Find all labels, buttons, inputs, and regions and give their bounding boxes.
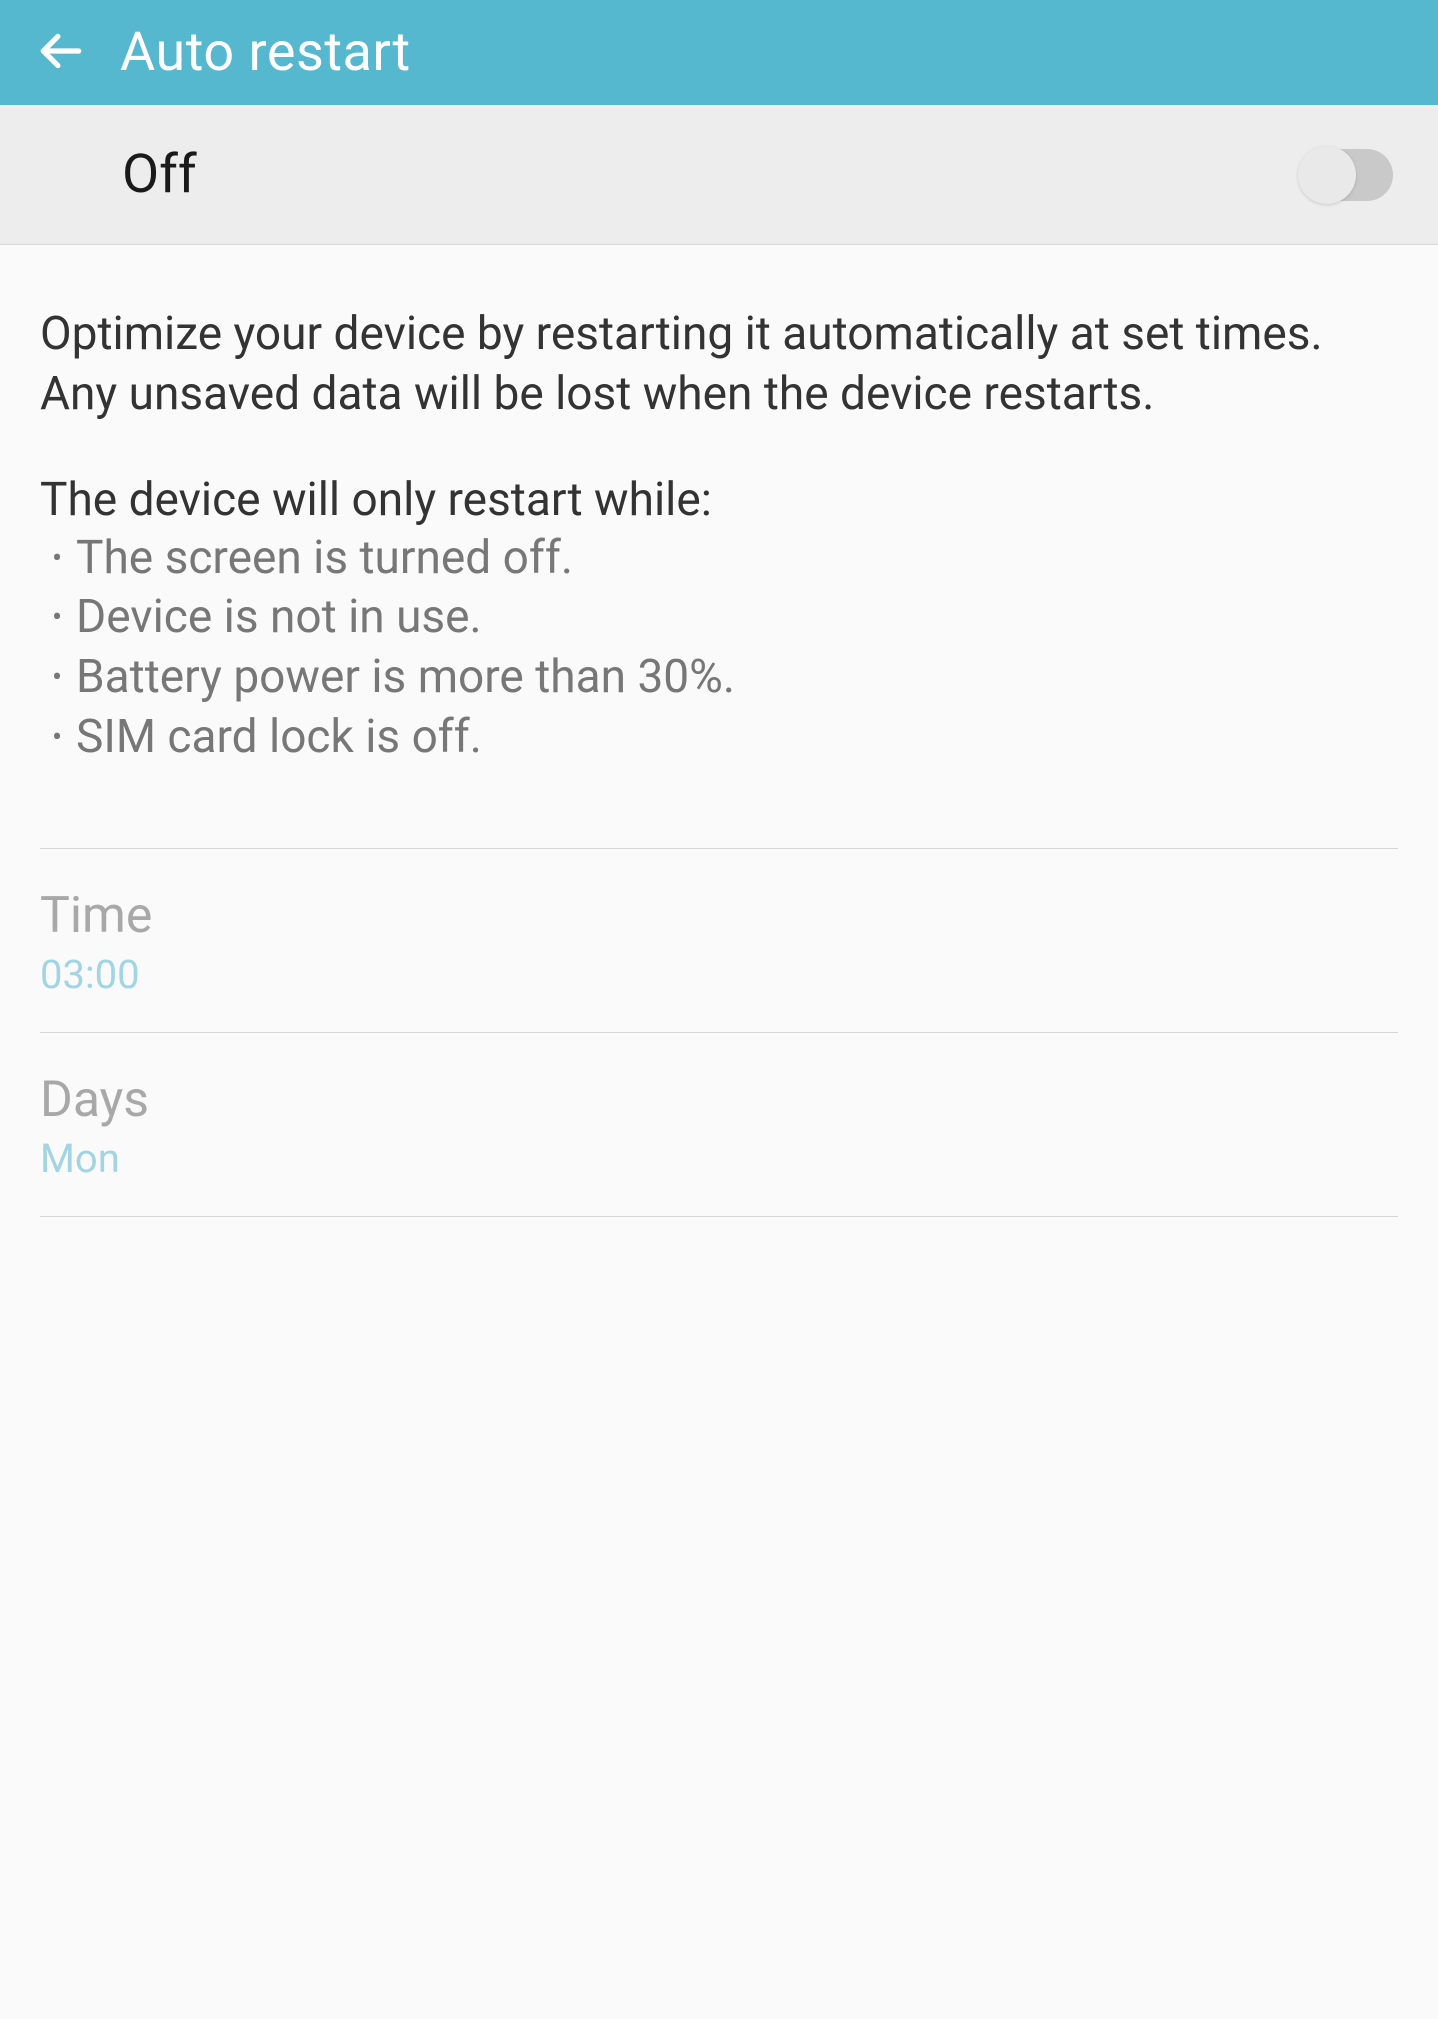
back-button[interactable]: [35, 26, 85, 80]
app-header: Auto restart: [0, 0, 1438, 105]
toggle-thumb: [1298, 146, 1356, 204]
toggle-state-label: Off: [122, 143, 197, 206]
days-setting[interactable]: Days Mon: [40, 1033, 1398, 1216]
days-label: Days: [40, 1071, 1398, 1129]
description-text: Optimize your device by restarting it au…: [40, 305, 1398, 425]
time-label: Time: [40, 887, 1398, 945]
condition-item: SIM card lock is off.: [40, 708, 1398, 768]
time-setting[interactable]: Time 03:00: [40, 849, 1398, 1032]
divider: [40, 1216, 1398, 1217]
page-title: Auto restart: [120, 21, 411, 84]
condition-item: Device is not in use.: [40, 588, 1398, 648]
condition-item: The screen is turned off.: [40, 529, 1398, 589]
content-area: Optimize your device by restarting it au…: [0, 245, 1438, 788]
condition-item: Battery power is more than 30%.: [40, 648, 1398, 708]
time-value: 03:00: [40, 951, 1398, 998]
master-toggle-row[interactable]: Off: [0, 105, 1438, 245]
conditions-heading: The device will only restart while:: [40, 473, 1398, 527]
arrow-left-icon: [35, 26, 85, 80]
toggle-switch[interactable]: [1298, 147, 1393, 202]
conditions-list: The screen is turned off. Device is not …: [40, 529, 1398, 768]
days-value: Mon: [40, 1135, 1398, 1182]
